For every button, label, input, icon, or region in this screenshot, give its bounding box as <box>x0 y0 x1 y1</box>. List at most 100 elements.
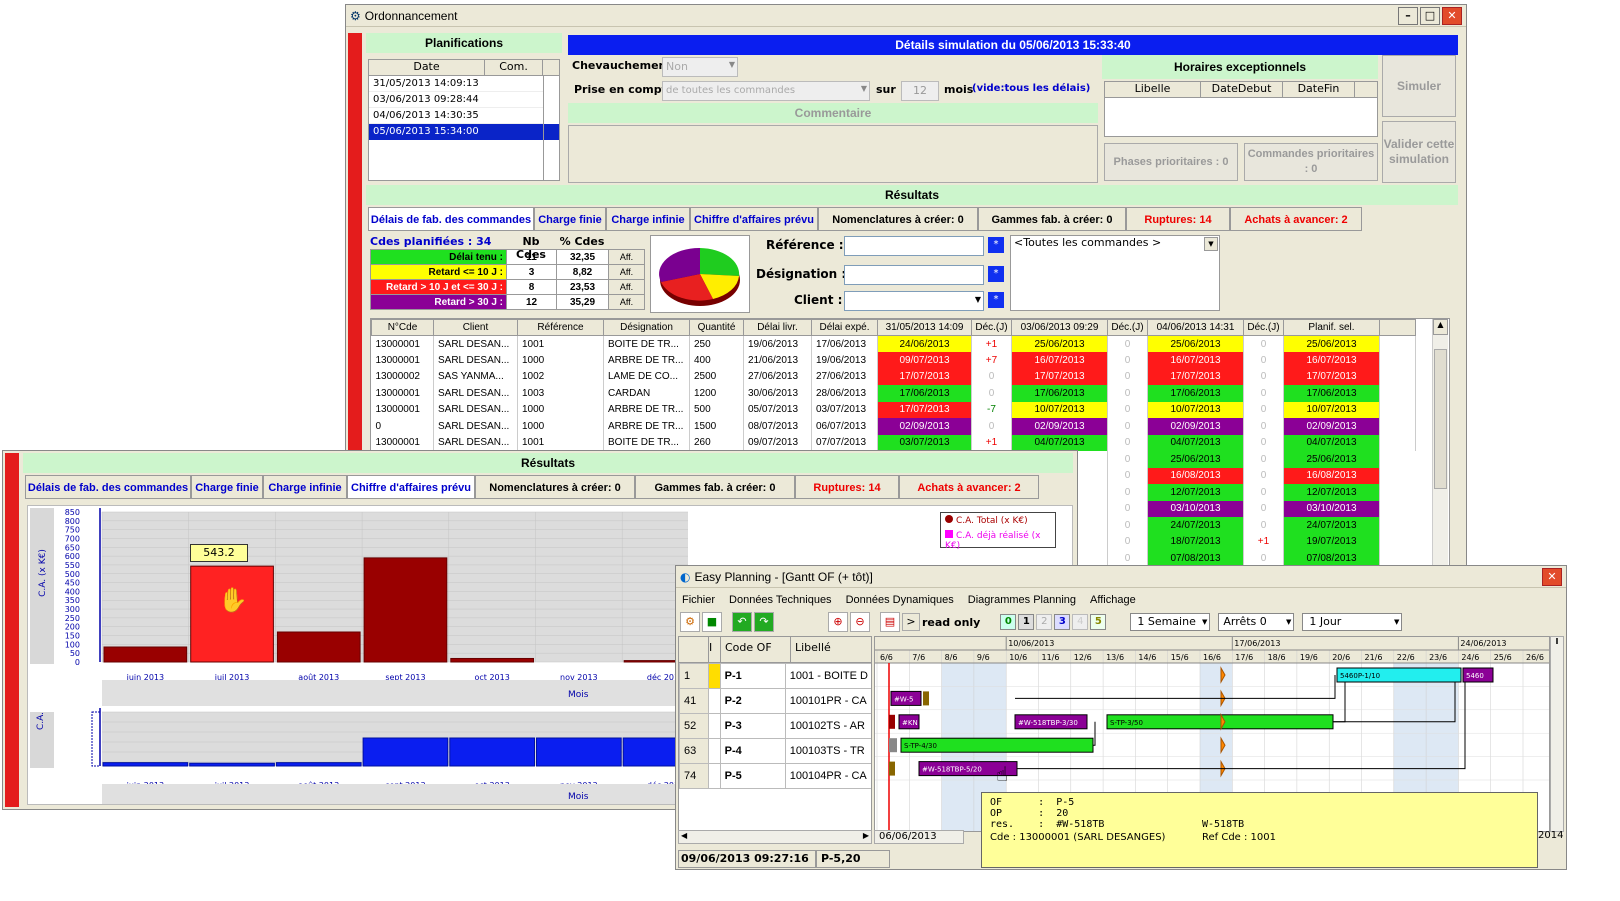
level-3-button[interactable]: 3 <box>1054 614 1071 630</box>
chart-icon[interactable]: ■ <box>702 612 722 632</box>
tab-chiffre[interactable]: Chiffre d'affaires prévu <box>347 475 475 499</box>
bar-2[interactable] <box>276 631 361 663</box>
commande-row[interactable]: 13000001 SARL DESAN... 1003 CARDAN 1200 30/06… <box>371 385 1416 402</box>
tab-charge-finie[interactable]: Charge finie <box>534 207 606 231</box>
chevron-left-icon[interactable]: ◀ <box>681 831 687 843</box>
level-5-button[interactable]: 5 <box>1090 614 1107 630</box>
bar2-2[interactable] <box>275 762 362 767</box>
designation-input[interactable] <box>844 265 984 285</box>
prise-select[interactable]: de toutes les commandes ▼ <box>662 81 870 101</box>
col-sim1[interactable]: 31/05/2013 14:09 <box>877 319 972 336</box>
col-libelle[interactable]: Libellé <box>791 637 871 662</box>
level-0-button[interactable]: 0 <box>1000 614 1017 630</box>
commande-row[interactable]: 13000002 SAS YANMA... 1002 LAME DE CO... 250… <box>371 368 1416 385</box>
of-row[interactable]: 41 P-2 100101PR - CA <box>679 688 871 714</box>
client-select[interactable]: ▼ <box>844 291 984 311</box>
minimize-button[interactable]: – <box>1398 6 1418 25</box>
commandes-filter-list[interactable]: <Toutes les commandes > ▼ <box>1010 235 1220 311</box>
bar2-3[interactable] <box>362 737 449 767</box>
designation-search-button[interactable]: * <box>988 266 1004 282</box>
close-button[interactable]: ✕ <box>1442 6 1462 25</box>
col-ncde[interactable]: N°Cde <box>371 319 434 336</box>
aff-button[interactable]: Aff. <box>608 294 645 310</box>
col-i[interactable]: I <box>709 637 721 662</box>
aff-button[interactable]: Aff. <box>608 249 645 265</box>
chevron-right-icon[interactable]: ▶ <box>863 831 869 843</box>
tab-charge-infinie[interactable]: Charge infinie <box>263 475 347 499</box>
tab-gammes[interactable]: Gammes fab. à créer: 0 <box>635 475 795 499</box>
of-row[interactable]: 63 P-4 100103TS - TR <box>679 738 871 764</box>
col-client[interactable]: Client <box>433 319 518 336</box>
col-com[interactable]: Com. <box>485 60 543 75</box>
menu-fichier[interactable]: Fichier <box>682 594 715 606</box>
reference-search-button[interactable]: * <box>988 237 1004 253</box>
commentaire-area[interactable] <box>568 125 1098 183</box>
commande-row[interactable]: 13000001 SARL DESAN... 1001 BOITE DE TR... 2… <box>371 434 1416 451</box>
menu-diagrammes[interactable]: Diagrammes Planning <box>968 594 1076 606</box>
zoom-in-icon[interactable]: ⊕ <box>828 612 848 632</box>
commandes-button[interactable]: Commandes prioritaires : 0 <box>1244 143 1378 181</box>
menu-affichage[interactable]: Affichage <box>1090 594 1136 606</box>
tab-delais[interactable]: Délais de fab. des commandes <box>368 207 534 231</box>
zoom-out-icon[interactable]: ⊖ <box>850 612 870 632</box>
semaine-select[interactable]: 1 Semaine ▼ <box>1130 613 1211 631</box>
tab-nomenclatures[interactable]: Nomenclatures à créer: 0 <box>475 475 635 499</box>
col-dec1[interactable]: Déc.(J) <box>971 319 1012 336</box>
aff-button[interactable]: Aff. <box>608 279 645 295</box>
level-4-button[interactable]: 4 <box>1072 614 1089 630</box>
valider-button[interactable]: Valider cette simulation <box>1382 121 1456 183</box>
col-date[interactable]: Date <box>369 60 485 75</box>
reference-input[interactable] <box>844 236 984 256</box>
tab-delais[interactable]: Délais de fab. des commandes <box>25 475 191 499</box>
tab-ruptures[interactable]: Ruptures: 14 <box>1126 207 1230 231</box>
col-quantite[interactable]: Quantité <box>689 319 744 336</box>
tab-gammes[interactable]: Gammes fab. à créer: 0 <box>978 207 1126 231</box>
aff-button[interactable]: Aff. <box>608 264 645 280</box>
bar-1[interactable] <box>190 565 274 663</box>
menu-donnees-techniques[interactable]: Données Techniques <box>729 594 832 606</box>
planif-row[interactable]: 03/06/2013 09:28:44 <box>369 92 543 108</box>
col-dec2[interactable]: Déc.(J) <box>1107 319 1148 336</box>
col-delai-livr[interactable]: Délai livr. <box>743 319 812 336</box>
arrow-right-icon[interactable]: > <box>902 613 920 631</box>
col-datefin[interactable]: DateFin <box>1283 82 1355 97</box>
col-datedebut[interactable]: DateDebut <box>1201 82 1283 97</box>
bar2-0[interactable] <box>102 762 189 767</box>
bar2-5[interactable] <box>536 737 622 767</box>
level-2-button[interactable]: 2 <box>1036 614 1053 630</box>
chevron-down-icon[interactable]: ▼ <box>1204 237 1218 251</box>
chevauchement-select[interactable]: Non ▼ <box>662 57 738 77</box>
col-reference[interactable]: Référence <box>517 319 604 336</box>
mois-input[interactable]: 12 <box>901 81 939 101</box>
tab-achats[interactable]: Achats à avancer: 2 <box>1230 207 1362 231</box>
grid-scrollbar[interactable]: ▲ <box>1432 319 1448 567</box>
col-code-of[interactable]: Code OF <box>721 637 791 662</box>
bar-3[interactable] <box>363 557 448 663</box>
print-icon[interactable]: ▤ <box>880 612 900 632</box>
maximize-button[interactable]: □ <box>1420 6 1440 25</box>
planif-row[interactable]: 31/05/2013 14:09:13 <box>369 76 543 92</box>
planif-row[interactable]: 04/06/2013 14:30:35 <box>369 108 543 124</box>
of-row[interactable]: 52 P-3 100102TS - AR <box>679 713 871 739</box>
tab-charge-infinie[interactable]: Charge infinie <box>606 207 690 231</box>
jour-select[interactable]: 1 Jour ▼ <box>1302 613 1403 631</box>
planif-row-selected[interactable]: 05/06/2013 15:34:00 <box>369 124 559 140</box>
bar-0[interactable] <box>103 646 188 663</box>
gantt-vscroll[interactable]: I <box>1550 636 1564 832</box>
level-1-button[interactable]: 1 <box>1018 614 1035 630</box>
col-libelle[interactable]: Libelle <box>1105 82 1201 97</box>
arrets-select[interactable]: Arrêts 0 ▼ <box>1218 613 1295 631</box>
close-button[interactable]: ✕ <box>1542 567 1562 586</box>
bar2-1[interactable] <box>189 762 275 767</box>
menu-donnees-dynamiques[interactable]: Données Dynamiques <box>846 594 954 606</box>
commande-row[interactable]: 13000001 SARL DESAN... 1000 ARBRE DE TR... 5… <box>371 401 1416 418</box>
bar-4[interactable] <box>450 657 534 663</box>
forward-icon[interactable]: ↷ <box>754 612 774 632</box>
tab-chiffre[interactable]: Chiffre d'affaires prévu <box>690 207 818 231</box>
commande-row[interactable]: 13000001 SARL DESAN... 1001 BOITE DE TR... 2… <box>371 335 1416 352</box>
tab-achats[interactable]: Achats à avancer: 2 <box>899 475 1039 499</box>
of-hscroll[interactable]: ◀ ▶ <box>678 830 872 844</box>
commande-row[interactable]: 13000001 SARL DESAN... 1000 ARBRE DE TR... 4… <box>371 352 1416 369</box>
tab-charge-finie[interactable]: Charge finie <box>191 475 263 499</box>
col-delai-expe[interactable]: Délai expé. <box>811 319 878 336</box>
